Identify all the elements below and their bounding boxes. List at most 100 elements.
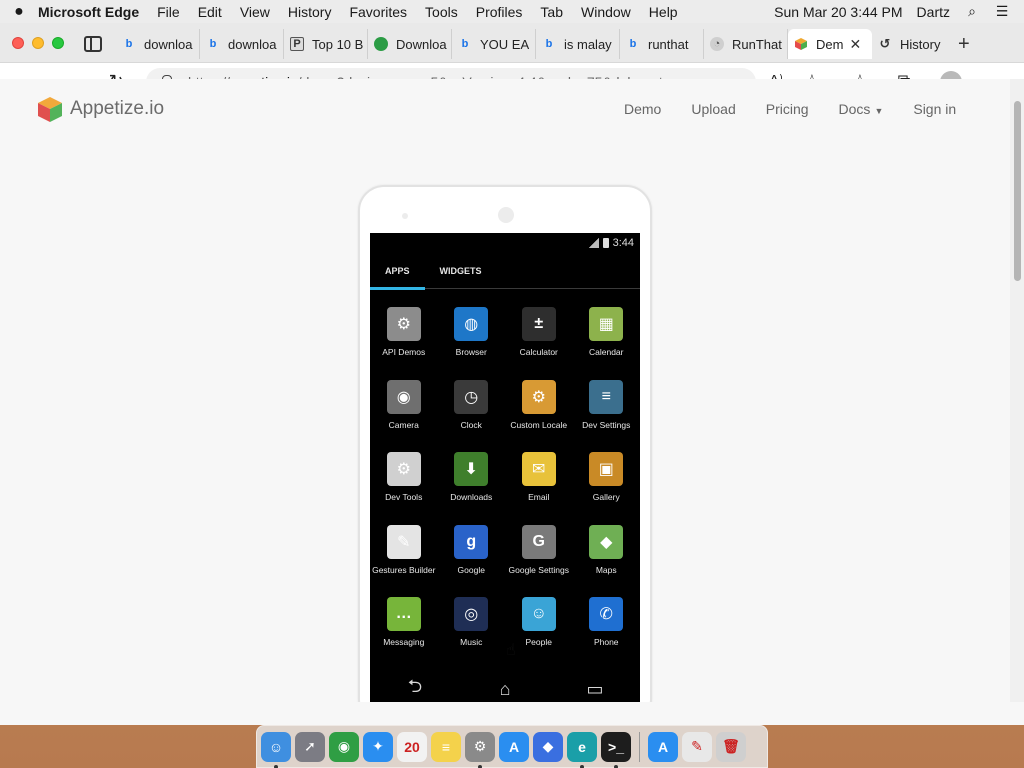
menu-app-name[interactable]: Microsoft Edge <box>38 4 139 20</box>
app-store-icon[interactable]: A <box>499 731 529 762</box>
tab-runthat[interactable]: ◔ RunThat <box>704 29 788 59</box>
nav-docs-label: Docs <box>838 101 871 117</box>
app-calendar[interactable]: ▦ Calendar <box>573 305 641 378</box>
minimize-window-button[interactable] <box>32 37 44 49</box>
tab-apps[interactable]: APPS <box>370 253 425 290</box>
close-tab-icon[interactable]: ✕ <box>849 36 861 53</box>
gestures-icon: ✎ <box>386 524 421 559</box>
menu-window[interactable]: Window <box>581 4 631 20</box>
menu-view[interactable]: View <box>240 4 270 20</box>
bing-icon: b <box>209 38 217 50</box>
menu-user[interactable]: Dartz <box>917 4 950 20</box>
app-maps[interactable]: ◆ Maps <box>573 523 641 596</box>
tab-widgets[interactable]: WIDGETS <box>425 253 497 289</box>
tab-is-malay[interactable]: b is malay <box>536 29 620 59</box>
app-label: Gallery <box>592 492 620 502</box>
app-phone[interactable]: ✆ Phone <box>573 595 641 668</box>
tab-label: Dem <box>816 36 844 52</box>
new-tab-button[interactable]: + <box>958 33 970 56</box>
page-scrollbar[interactable] <box>1010 79 1024 702</box>
web-page: Appetize.io Demo Upload Pricing Docs ▼ Si… <box>0 79 1010 702</box>
tab-you-ea[interactable]: b YOU EA <box>452 29 536 59</box>
device-screen[interactable]: 3:44 APPS WIDGETS ⚙ API Demos ◍ Browser ± Cal… <box>370 233 640 702</box>
edge-icon[interactable]: e <box>567 731 597 768</box>
menu-profiles[interactable]: Profiles <box>476 4 523 20</box>
site-logo[interactable]: Appetize.io <box>36 95 164 123</box>
menu-favorites[interactable]: Favorites <box>349 4 407 20</box>
app-calculator[interactable]: ± Calculator <box>505 305 573 378</box>
menu-history[interactable]: History <box>288 4 332 20</box>
home-icon[interactable]: ⌂ <box>490 679 520 700</box>
download-site-icon <box>374 37 388 51</box>
launchpad-icon[interactable]: ➚ <box>295 731 325 762</box>
notes-icon[interactable]: ≡ <box>431 731 461 762</box>
virtual-machine-icon[interactable]: ◆ <box>533 731 563 762</box>
recents-icon[interactable]: ▭ <box>580 679 610 700</box>
app-dev-settings[interactable]: ≡ Dev Settings <box>573 378 641 451</box>
app-google-settings[interactable]: G Google Settings <box>505 523 573 596</box>
chrome-icon[interactable]: ◉ <box>329 731 359 762</box>
app-gallery[interactable]: ▣ Gallery <box>573 450 641 523</box>
nav-docs[interactable]: Docs ▼ <box>839 101 884 117</box>
tab-history[interactable]: ↺ History <box>872 29 956 59</box>
app-store-downloads-icon[interactable]: A <box>648 731 678 762</box>
trash-icon[interactable]: 🗑 <box>716 731 746 762</box>
menu-help[interactable]: Help <box>649 4 678 20</box>
dock-separator <box>639 731 640 762</box>
apple-menu-icon[interactable]: ● <box>0 3 38 21</box>
google-settings-icon: G <box>521 524 556 559</box>
app-google[interactable]: g Google <box>438 523 506 596</box>
spotlight-search-icon[interactable]: ⌕ <box>964 3 980 19</box>
nav-demo[interactable]: Demo <box>624 101 661 117</box>
app-label: Gestures Builder <box>372 564 436 575</box>
tab-top-10[interactable]: P Top 10 B <box>284 29 368 59</box>
safari-icon[interactable]: ✦ <box>363 731 393 762</box>
back-icon[interactable]: ⮌ <box>400 674 430 702</box>
app-messaging[interactable]: … Messaging <box>370 595 438 668</box>
text-editor-icon[interactable]: ✎ <box>682 731 712 762</box>
zoom-window-button[interactable] <box>52 37 64 49</box>
hand-cursor-icon: ☝ <box>506 642 516 659</box>
front-camera <box>498 207 514 223</box>
folder-gear-icon: ⚙ <box>386 307 421 341</box>
calendar-icon: ▦ <box>589 307 624 341</box>
app-dev-tools[interactable]: ⚙ Dev Tools <box>370 450 438 523</box>
menu-file[interactable]: File <box>157 4 180 20</box>
system-preferences-icon[interactable]: ⚙ <box>465 731 495 768</box>
tab-actions-icon[interactable] <box>84 36 102 52</box>
menu-edit[interactable]: Edit <box>198 4 222 20</box>
terminal-icon[interactable]: >_ <box>601 731 631 768</box>
google-search-icon: g <box>454 524 489 559</box>
tab-runthat-search[interactable]: b runthat <box>620 29 704 59</box>
control-center-icon[interactable]: ☰ <box>994 3 1010 19</box>
app-custom-locale[interactable]: ⚙ Custom Locale <box>505 378 573 451</box>
tab-demo[interactable]: Dem ✕ <box>788 29 872 59</box>
gear-orange-icon: ⚙ <box>521 379 556 414</box>
app-camera[interactable]: ◉ Camera <box>370 378 438 451</box>
phone-icon: ✆ <box>589 597 624 631</box>
app-browser[interactable]: ◍ Browser <box>438 305 506 378</box>
tab-download-site[interactable]: Downloa <box>368 29 452 59</box>
nav-upload[interactable]: Upload <box>691 101 735 117</box>
menu-clock[interactable]: Sun Mar 20 3:44 PM <box>774 4 902 20</box>
close-window-button[interactable] <box>12 37 24 49</box>
app-gestures-builder[interactable]: ✎ Gestures Builder <box>370 523 438 596</box>
calendar-app-icon[interactable]: 20 <box>397 731 427 762</box>
tab-download-2[interactable]: b downloa <box>200 29 284 59</box>
tab-download-1[interactable]: b downloa <box>116 29 200 59</box>
nav-sign-in[interactable]: Sign in <box>913 101 956 117</box>
menu-tab[interactable]: Tab <box>540 4 563 20</box>
android-status-bar: 3:44 <box>370 233 640 253</box>
menu-tools[interactable]: Tools <box>425 4 458 20</box>
menu-bar-status: Sun Mar 20 3:44 PM Dartz ⌕ ☰ <box>774 3 1024 20</box>
device-frame: 3:44 APPS WIDGETS ⚙ API Demos ◍ Browser ± Cal… <box>358 185 652 702</box>
app-music[interactable]: ◎ Music <box>438 595 506 668</box>
scrollbar-thumb[interactable] <box>1014 101 1021 281</box>
app-email[interactable]: ✉ Email <box>505 450 573 523</box>
app-api-demos[interactable]: ⚙ API Demos <box>370 305 438 378</box>
nav-pricing[interactable]: Pricing <box>766 101 809 117</box>
finder-icon[interactable]: ☺ <box>261 731 291 768</box>
app-clock[interactable]: ◷ Clock <box>438 378 506 451</box>
app-label: Maps <box>595 564 617 575</box>
app-downloads[interactable]: ⬇ Downloads <box>438 450 506 523</box>
